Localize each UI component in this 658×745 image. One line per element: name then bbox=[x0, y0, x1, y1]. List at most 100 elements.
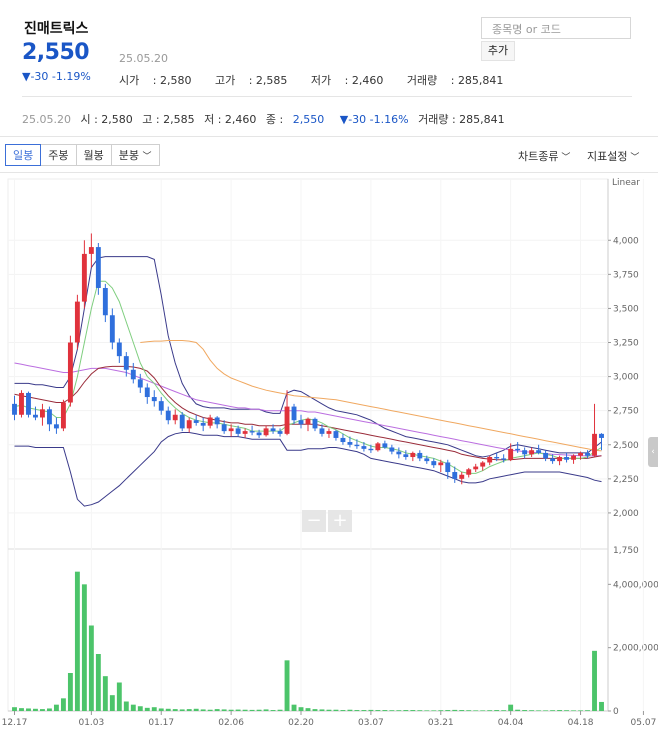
volume-bar[interactable] bbox=[515, 709, 521, 711]
volume-bar[interactable] bbox=[494, 710, 500, 711]
candle-body[interactable] bbox=[445, 462, 451, 473]
candle-body[interactable] bbox=[396, 451, 402, 455]
candle-body[interactable] bbox=[284, 406, 290, 434]
candle-body[interactable] bbox=[410, 452, 416, 458]
tab-weekly[interactable]: 주봉 bbox=[40, 144, 77, 166]
candle-body[interactable] bbox=[312, 418, 318, 429]
candle-body[interactable] bbox=[459, 474, 465, 479]
candle-body[interactable] bbox=[438, 462, 444, 466]
volume-bar[interactable] bbox=[242, 709, 248, 711]
volume-bar[interactable] bbox=[543, 710, 549, 711]
candle-body[interactable] bbox=[354, 444, 360, 447]
candle-body[interactable] bbox=[228, 428, 234, 432]
candle-body[interactable] bbox=[473, 466, 479, 470]
volume-bar[interactable] bbox=[501, 710, 507, 711]
volume-bar[interactable] bbox=[228, 709, 234, 711]
volume-bar[interactable] bbox=[326, 709, 332, 711]
volume-bar[interactable] bbox=[473, 710, 479, 711]
candle-body[interactable] bbox=[12, 403, 17, 415]
candle-body[interactable] bbox=[368, 448, 374, 451]
volume-bar[interactable] bbox=[578, 710, 583, 711]
candle-body[interactable] bbox=[26, 392, 31, 415]
candle-body[interactable] bbox=[207, 417, 213, 426]
candle-body[interactable] bbox=[81, 253, 87, 302]
candle-body[interactable] bbox=[550, 458, 556, 462]
candle-body[interactable] bbox=[417, 452, 423, 459]
volume-bar[interactable] bbox=[95, 654, 101, 711]
candle-body[interactable] bbox=[557, 457, 563, 462]
candle-body[interactable] bbox=[270, 428, 276, 432]
volume-bar[interactable] bbox=[60, 698, 66, 711]
volume-bar[interactable] bbox=[452, 709, 458, 711]
zoom-out-button[interactable]: − bbox=[302, 510, 326, 532]
volume-bar[interactable] bbox=[585, 710, 590, 711]
candle-body[interactable] bbox=[214, 417, 220, 425]
candle-body[interactable] bbox=[67, 342, 73, 403]
candle-body[interactable] bbox=[200, 422, 206, 426]
tab-minute[interactable]: 분봉 ﹀ bbox=[110, 144, 160, 166]
candle-body[interactable] bbox=[529, 450, 535, 455]
volume-bar[interactable] bbox=[424, 710, 430, 711]
volume-bar[interactable] bbox=[26, 708, 31, 711]
candle-body[interactable] bbox=[137, 379, 143, 388]
volume-bar[interactable] bbox=[67, 673, 73, 711]
candle-body[interactable] bbox=[564, 457, 570, 460]
volume-bar[interactable] bbox=[571, 710, 576, 711]
candle-body[interactable] bbox=[522, 450, 528, 455]
volume-bar[interactable] bbox=[375, 710, 381, 711]
candle-body[interactable] bbox=[347, 442, 353, 445]
volume-bar[interactable] bbox=[74, 571, 80, 711]
volume-bar[interactable] bbox=[270, 710, 276, 711]
volume-bar[interactable] bbox=[305, 708, 311, 711]
candle-body[interactable] bbox=[326, 431, 332, 434]
candle-body[interactable] bbox=[480, 462, 486, 467]
volume-bar[interactable] bbox=[19, 708, 24, 711]
candle-body[interactable] bbox=[19, 392, 24, 415]
volume-bar[interactable] bbox=[564, 710, 570, 711]
candle-body[interactable] bbox=[382, 443, 388, 448]
candle-body[interactable] bbox=[179, 414, 185, 429]
volume-bar[interactable] bbox=[284, 660, 290, 711]
volume-bar[interactable] bbox=[417, 710, 423, 711]
candle-body[interactable] bbox=[494, 457, 500, 459]
indicator-settings-dropdown[interactable]: 지표설정 ﹀ bbox=[587, 148, 639, 164]
volume-bar[interactable] bbox=[12, 707, 17, 711]
candle-body[interactable] bbox=[340, 437, 346, 443]
volume-bar[interactable] bbox=[536, 710, 542, 711]
volume-bar[interactable] bbox=[214, 709, 220, 711]
candle-body[interactable] bbox=[95, 247, 101, 288]
volume-bar[interactable] bbox=[599, 701, 604, 711]
candle-body[interactable] bbox=[403, 454, 409, 458]
volume-bar[interactable] bbox=[102, 676, 108, 711]
candle-body[interactable] bbox=[123, 356, 129, 370]
candle-body[interactable] bbox=[375, 443, 381, 451]
candle-body[interactable] bbox=[298, 420, 304, 425]
volume-bar[interactable] bbox=[291, 704, 297, 711]
volume-bar[interactable] bbox=[179, 709, 185, 711]
candle-body[interactable] bbox=[501, 458, 507, 460]
volume-bar[interactable] bbox=[137, 706, 143, 711]
volume-bar[interactable] bbox=[368, 709, 374, 711]
volume-bar[interactable] bbox=[249, 709, 255, 711]
candle-body[interactable] bbox=[235, 428, 241, 434]
volume-bar[interactable] bbox=[382, 710, 388, 711]
candle-body[interactable] bbox=[102, 287, 108, 316]
volume-bar[interactable] bbox=[116, 682, 122, 712]
candle-body[interactable] bbox=[144, 387, 150, 398]
volume-bar[interactable] bbox=[487, 710, 493, 711]
candle-body[interactable] bbox=[221, 424, 227, 432]
candle-body[interactable] bbox=[424, 458, 430, 462]
candle-body[interactable] bbox=[60, 402, 66, 429]
candle-body[interactable] bbox=[578, 452, 583, 456]
volume-bar[interactable] bbox=[333, 709, 339, 711]
candle-body[interactable] bbox=[158, 401, 164, 411]
candle-body[interactable] bbox=[389, 447, 395, 452]
volume-bar[interactable] bbox=[508, 704, 514, 711]
add-button[interactable]: 추가 bbox=[481, 41, 515, 61]
volume-bar[interactable] bbox=[207, 709, 213, 711]
volume-bar[interactable] bbox=[389, 710, 395, 711]
candle-body[interactable] bbox=[319, 428, 325, 434]
tab-daily[interactable]: 일봉 bbox=[5, 144, 42, 166]
candle-body[interactable] bbox=[452, 472, 458, 479]
volume-bar[interactable] bbox=[361, 710, 367, 711]
